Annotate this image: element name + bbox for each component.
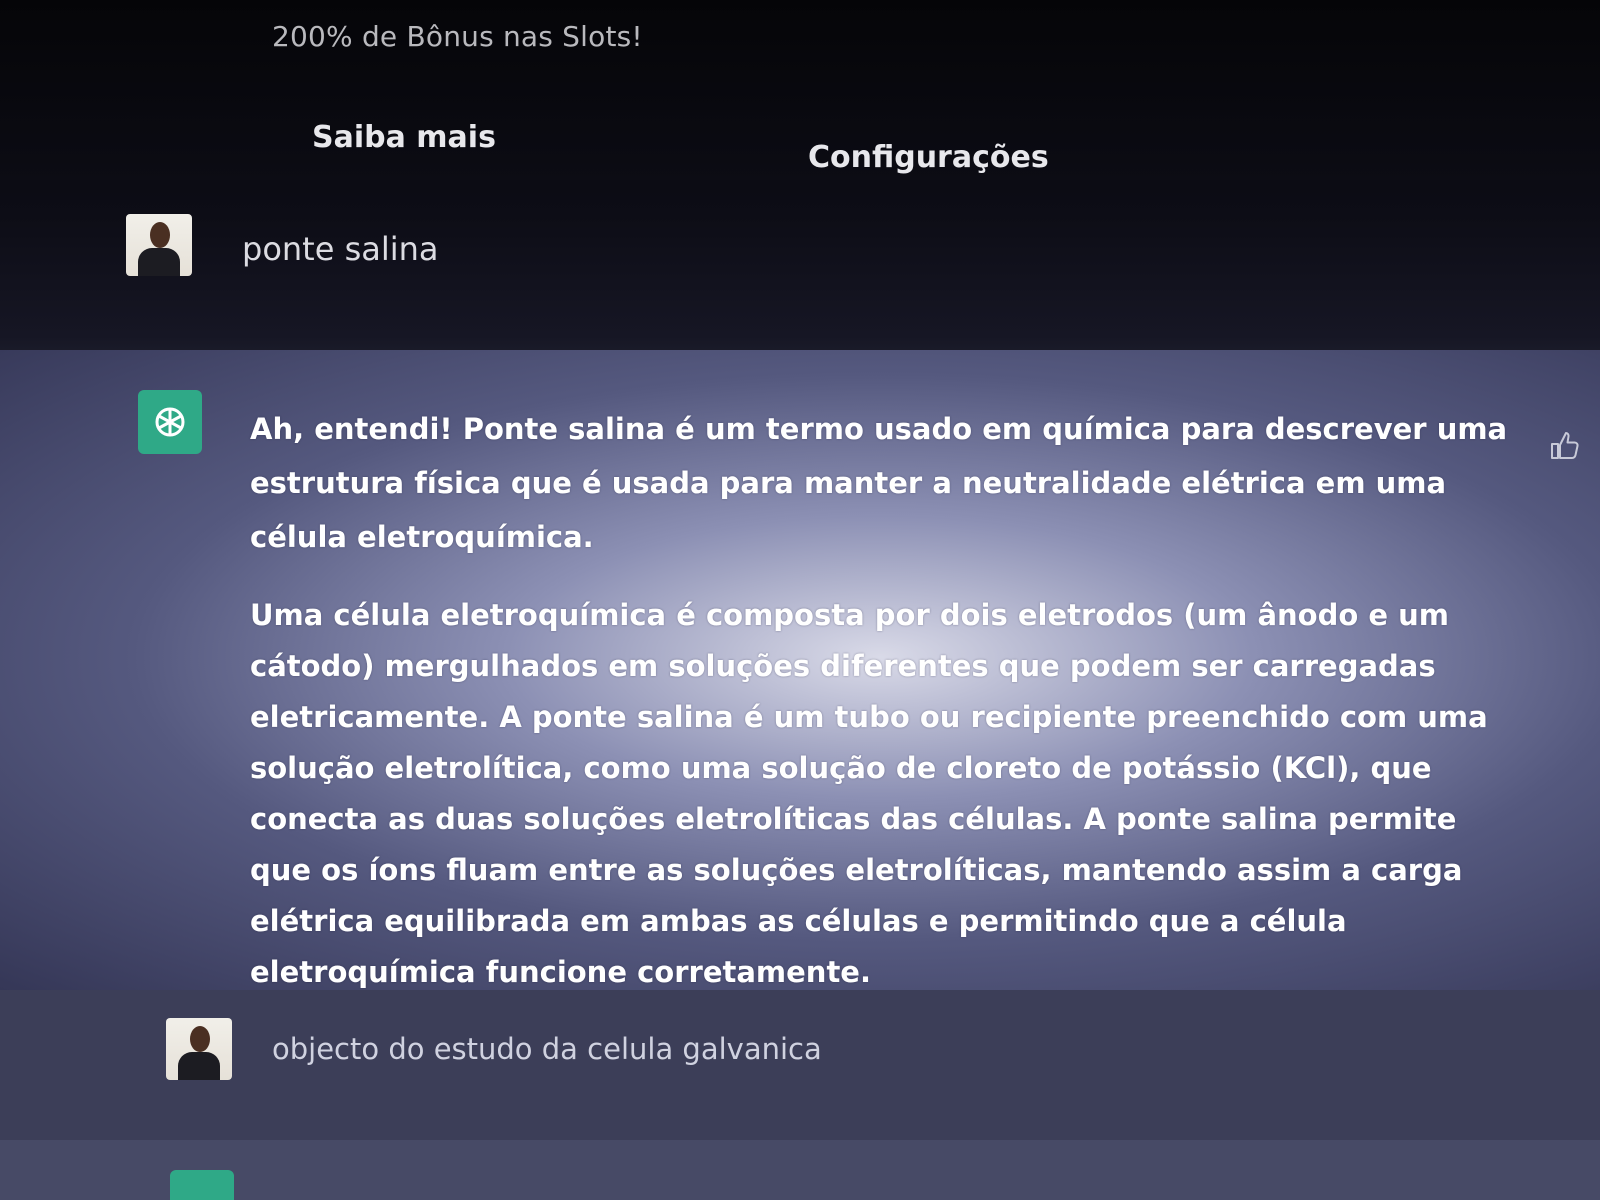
- avatar-body: [138, 248, 180, 276]
- chat-screen: 200% de Bônus nas Slots! Saiba mais Conf…: [0, 0, 1600, 1200]
- settings-link[interactable]: Configurações: [808, 140, 1049, 175]
- assistant-message: Ah, entendi! Ponte salina é um termo usa…: [0, 350, 1600, 990]
- user-message: objecto do estudo da celula galvanica: [0, 990, 1600, 1140]
- openai-logo-icon: [138, 390, 202, 454]
- openai-logo-icon: [170, 1170, 234, 1200]
- user-message: ponte salina: [0, 200, 1600, 350]
- assistant-paragraph: Ah, entendi! Ponte salina é um termo usa…: [250, 412, 1508, 554]
- assistant-paragraph: Uma célula eletroquímica é composta por …: [250, 598, 1488, 989]
- user-avatar: [126, 214, 192, 276]
- user-message-text: ponte salina: [242, 230, 439, 268]
- avatar-head: [190, 1026, 210, 1052]
- user-message-text: objecto do estudo da celula galvanica: [272, 1032, 822, 1066]
- promo-banner-text[interactable]: 200% de Bônus nas Slots!: [272, 20, 643, 53]
- avatar-head: [150, 222, 170, 248]
- openai-logo-glyph: [155, 407, 185, 437]
- avatar-body: [178, 1052, 220, 1080]
- thumbs-up-icon[interactable]: [1548, 430, 1580, 462]
- user-avatar: [166, 1018, 232, 1080]
- assistant-answer: Ah, entendi! Ponte salina é um termo usa…: [250, 402, 1510, 1024]
- learn-more-link[interactable]: Saiba mais: [312, 120, 496, 155]
- assistant-message-partial: [0, 1140, 1600, 1200]
